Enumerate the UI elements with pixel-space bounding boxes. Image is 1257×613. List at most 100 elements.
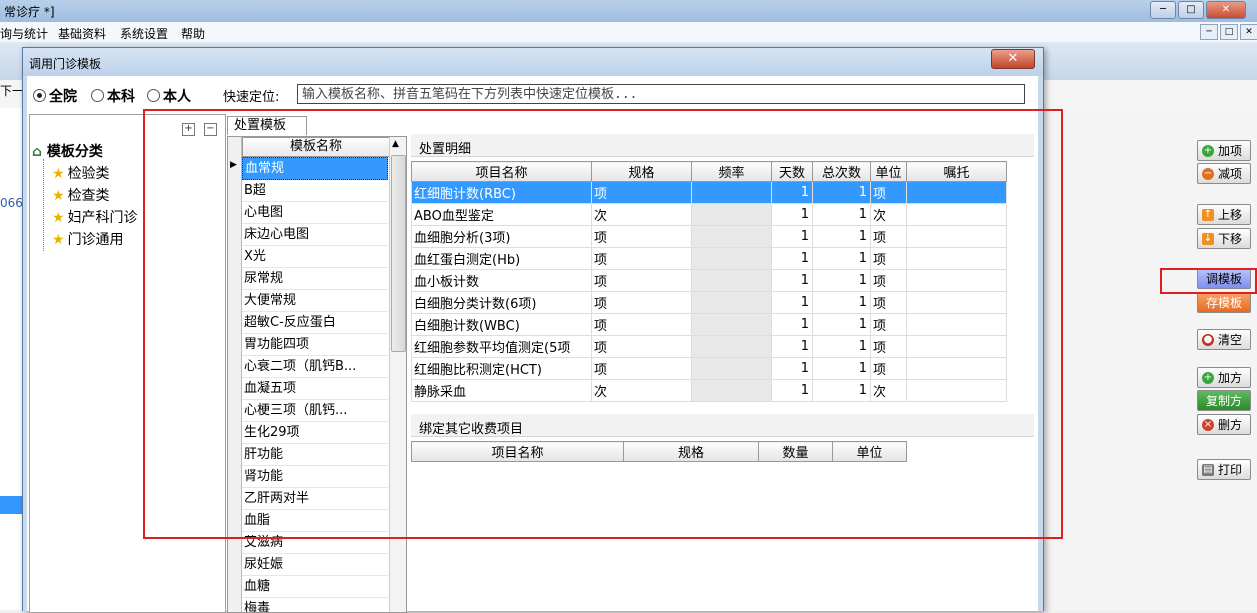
template-row[interactable]: 血脂 xyxy=(242,510,388,532)
template-row[interactable]: 血凝五项 xyxy=(242,378,388,400)
tree-item-exam[interactable]: ★ 检查类 xyxy=(52,185,110,205)
detail-cell-total[interactable]: 1 xyxy=(812,225,871,248)
tree-item-general[interactable]: ★ 门诊通用 xyxy=(52,229,124,249)
detail-cell-days[interactable]: 1 xyxy=(771,335,813,358)
scrollbar-thumb[interactable] xyxy=(391,155,406,352)
close-button[interactable]: ✕ xyxy=(1206,1,1246,19)
mdi-close-button[interactable]: ✕ xyxy=(1240,24,1257,40)
template-row[interactable]: 心梗三项（肌钙... xyxy=(242,400,388,422)
detail-cell-spec[interactable]: 项 xyxy=(591,247,692,270)
detail-row[interactable]: 血小板计数项 1 1 项 xyxy=(411,269,1007,292)
detail-cell-freq[interactable] xyxy=(691,269,772,292)
detail-row[interactable]: 红细胞计数(RBC) 项 1 1 项 xyxy=(411,181,1007,204)
detail-cell-note[interactable] xyxy=(906,379,1007,402)
detail-cell-note[interactable] xyxy=(906,225,1007,248)
detail-cell-days[interactable]: 1 xyxy=(771,181,813,204)
template-row[interactable]: X光 xyxy=(242,246,388,268)
detail-cell-note[interactable] xyxy=(906,335,1007,358)
detail-cell-spec[interactable]: 项 xyxy=(591,291,692,314)
detail-column-header[interactable]: 项目名称 xyxy=(411,161,592,182)
load-template-button[interactable]: 调模板 xyxy=(1197,268,1251,289)
detail-cell-days[interactable]: 1 xyxy=(771,357,813,380)
detail-column-header[interactable]: 规格 xyxy=(591,161,692,182)
detail-cell-spec[interactable]: 项 xyxy=(591,181,692,204)
detail-cell-name[interactable]: 白细胞计数(WBC) xyxy=(411,313,592,336)
detail-cell-note[interactable] xyxy=(906,247,1007,270)
template-row[interactable]: 肾功能 xyxy=(242,466,388,488)
detail-cell-total[interactable]: 1 xyxy=(812,335,871,358)
detail-cell-name[interactable]: 白细胞分类计数(6项) xyxy=(411,291,592,314)
detail-cell-total[interactable]: 1 xyxy=(812,357,871,380)
scope-all-radio[interactable]: 全院 xyxy=(33,86,77,106)
print-button[interactable]: ▤ 打印 xyxy=(1197,459,1251,480)
detail-cell-days[interactable]: 1 xyxy=(771,203,813,226)
detail-row[interactable]: 血红蛋白测定(Hb) 项 1 1 项 xyxy=(411,247,1007,270)
bind-column-header[interactable]: 项目名称 xyxy=(411,441,624,462)
detail-cell-unit[interactable]: 项 xyxy=(870,335,907,358)
detail-cell-name[interactable]: 血细胞分析(3项) xyxy=(411,225,592,248)
detail-cell-unit[interactable]: 次 xyxy=(870,203,907,226)
dialog-close-button[interactable]: ✕ xyxy=(991,49,1035,69)
template-row[interactable]: 生化29项 xyxy=(242,422,388,444)
detail-cell-unit[interactable]: 项 xyxy=(870,291,907,314)
detail-cell-total[interactable]: 1 xyxy=(812,291,871,314)
detail-cell-spec[interactable]: 项 xyxy=(591,313,692,336)
tree-root[interactable]: ⌂ 模板分类 xyxy=(32,141,103,161)
detail-cell-name[interactable]: 红细胞比积测定(HCT) xyxy=(411,357,592,380)
template-row[interactable]: 超敏C-反应蛋白 xyxy=(242,312,388,334)
detail-column-header[interactable]: 单位 xyxy=(870,161,907,182)
template-row[interactable]: 乙肝两对半 xyxy=(242,488,388,510)
restore-button[interactable]: □ xyxy=(1178,1,1204,19)
bind-column-header[interactable]: 规格 xyxy=(623,441,759,462)
template-row[interactable]: 艾滋病 xyxy=(242,532,388,554)
template-list-header[interactable]: 模板名称 xyxy=(242,137,390,157)
detail-cell-total[interactable]: 1 xyxy=(812,181,871,204)
detail-cell-spec[interactable]: 项 xyxy=(591,269,692,292)
detail-cell-name[interactable]: 红细胞计数(RBC) xyxy=(411,181,592,204)
detail-cell-note[interactable] xyxy=(906,357,1007,380)
detail-cell-total[interactable]: 1 xyxy=(812,379,871,402)
detail-cell-name[interactable]: 血小板计数 xyxy=(411,269,592,292)
template-row[interactable]: B超 xyxy=(242,180,388,202)
detail-cell-days[interactable]: 1 xyxy=(771,225,813,248)
detail-cell-unit[interactable]: 项 xyxy=(870,269,907,292)
detail-cell-unit[interactable]: 次 xyxy=(870,379,907,402)
detail-cell-spec[interactable]: 项 xyxy=(591,357,692,380)
bind-column-header[interactable]: 数量 xyxy=(758,441,833,462)
template-row[interactable]: 尿常规 xyxy=(242,268,388,290)
add-prescription-button[interactable]: + 加方 xyxy=(1197,367,1251,388)
template-row[interactable]: 心电图 xyxy=(242,202,388,224)
add-item-button[interactable]: + 加项 xyxy=(1197,140,1251,161)
detail-cell-unit[interactable]: 项 xyxy=(870,225,907,248)
detail-cell-unit[interactable]: 项 xyxy=(870,181,907,204)
template-row[interactable]: 床边心电图 xyxy=(242,224,388,246)
remove-item-button[interactable]: − 减项 xyxy=(1197,163,1251,184)
move-down-button[interactable]: ↓ 下移 xyxy=(1197,228,1251,249)
scroll-up-icon[interactable]: ▲ xyxy=(392,139,399,149)
scope-self-radio[interactable]: 本人 xyxy=(147,86,191,106)
detail-cell-days[interactable]: 1 xyxy=(771,313,813,336)
detail-row[interactable]: 红细胞参数平均值测定(5项项 1 1 项 xyxy=(411,335,1007,358)
scope-dept-radio[interactable]: 本科 xyxy=(91,86,135,106)
tree-item-lab[interactable]: ★ 检验类 xyxy=(52,163,110,183)
detail-column-header[interactable]: 总次数 xyxy=(812,161,871,182)
detail-cell-note[interactable] xyxy=(906,291,1007,314)
collapse-all-icon[interactable]: − xyxy=(204,123,217,136)
template-row[interactable]: 心衰二项（肌钙B... xyxy=(242,356,388,378)
detail-cell-freq[interactable] xyxy=(691,291,772,314)
detail-cell-note[interactable] xyxy=(906,181,1007,204)
detail-row[interactable]: ABO血型鉴定次 1 1 次 xyxy=(411,203,1007,226)
bind-column-header[interactable]: 单位 xyxy=(832,441,907,462)
detail-row[interactable]: 血细胞分析(3项) 项 1 1 项 xyxy=(411,225,1007,248)
detail-row[interactable]: 静脉采血次 1 1 次 xyxy=(411,379,1007,402)
detail-column-header[interactable]: 天数 xyxy=(771,161,813,182)
clear-button[interactable]: ● 清空 xyxy=(1197,329,1251,350)
detail-cell-total[interactable]: 1 xyxy=(812,313,871,336)
detail-cell-total[interactable]: 1 xyxy=(812,269,871,292)
detail-cell-freq[interactable] xyxy=(691,181,772,204)
detail-cell-spec[interactable]: 次 xyxy=(591,379,692,402)
mdi-minimize-button[interactable]: ─ xyxy=(1200,24,1218,40)
template-row[interactable]: 血常规 xyxy=(242,157,388,180)
detail-cell-spec[interactable]: 项 xyxy=(591,335,692,358)
template-row[interactable]: 大便常规 xyxy=(242,290,388,312)
